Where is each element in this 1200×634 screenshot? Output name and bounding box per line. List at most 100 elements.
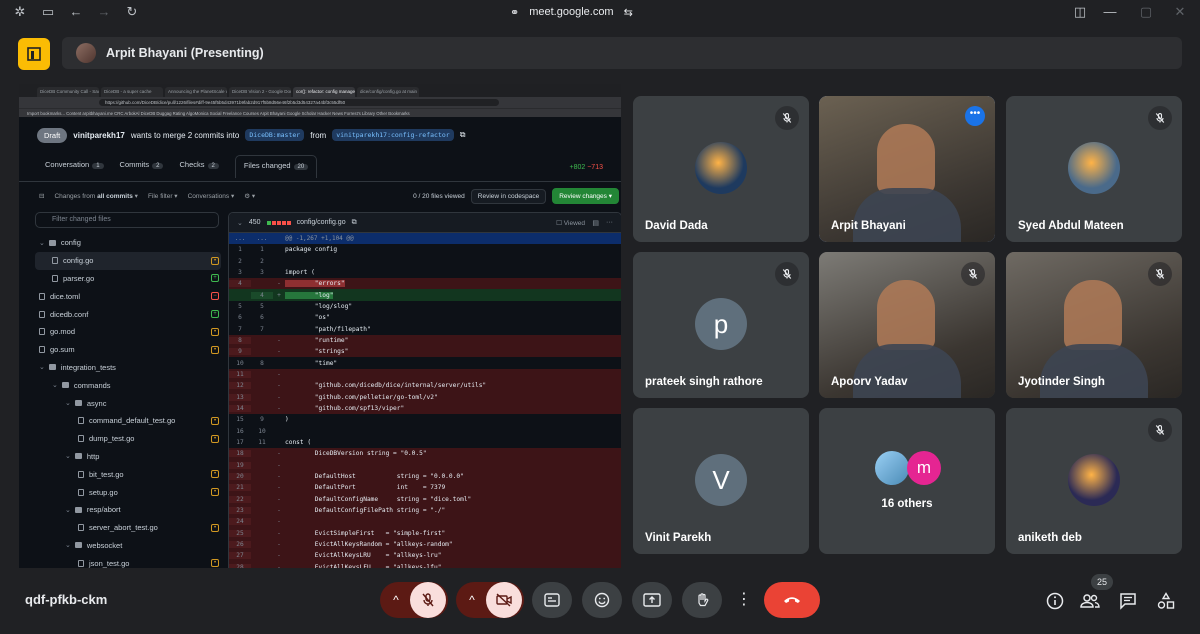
muted-indicator [961, 262, 985, 286]
tree-toggle-icon: ⊟ [39, 193, 45, 200]
code-line: 77 "path/filepath" [238, 325, 371, 333]
file-icon [52, 257, 58, 265]
emoji-icon [594, 592, 610, 608]
mic-off-icon [1155, 268, 1165, 279]
folder-icon [61, 382, 69, 389]
address-bar[interactable]: ⚭ meet.google.com ⇆ [510, 3, 633, 21]
people-button[interactable] [1076, 587, 1104, 615]
code-line: 22- DefaultConfigName string = "dice.tom… [229, 493, 621, 505]
mic-options-chevron-icon[interactable]: ^ [382, 593, 410, 607]
person-silhouette [877, 124, 935, 194]
mic-off-icon [1155, 112, 1165, 123]
added-icon: + [211, 274, 219, 283]
meeting-details-button[interactable] [1041, 587, 1069, 615]
pr-tab-checks: Checks 2 [179, 160, 219, 178]
tree-item-label: integration_tests [60, 362, 116, 372]
more-options-button[interactable]: ⋮ [732, 582, 756, 618]
mic-off-icon [782, 268, 792, 279]
back-icon[interactable]: ← [68, 4, 84, 20]
presenter-banner[interactable]: Arpit Bhayani (Presenting) [62, 37, 1182, 69]
camera-options-chevron-icon[interactable]: ^ [458, 593, 486, 607]
browser-toolbar: ✲ ▭ ← → ↻ ⚭ meet.google.com ⇆ ◫ — ▢ ✕ [0, 0, 1200, 24]
tree-item-label: json_test.go [89, 558, 130, 568]
sidebar-toggle-icon[interactable]: ▭ [40, 4, 56, 20]
participant-tile[interactable]: Syed Abdul Mateen [1006, 96, 1182, 242]
maximize-icon[interactable]: ▢ [1138, 4, 1154, 20]
code-line: 66 "os" [238, 314, 330, 322]
comment-icon: ▤ [592, 219, 599, 227]
modified-icon: • [211, 434, 219, 443]
camera-control-group: ^ [456, 582, 524, 618]
code-line: 4- "errors" [229, 278, 621, 290]
participant-tile[interactable]: Apoorv Yadav [819, 252, 995, 398]
leave-call-button[interactable] [764, 582, 820, 618]
modified-icon: • [211, 256, 219, 265]
file-icon [39, 328, 45, 336]
reactions-button[interactable] [582, 582, 622, 618]
review-changes-button: Review changes ▾ [552, 188, 619, 204]
modified-icon: • [211, 345, 219, 354]
copy-icon: ⧉ [459, 130, 466, 139]
participant-tile[interactable]: Jyotinder Singh [1006, 252, 1182, 398]
code-line: 18- DiceDBVersion string = "0.0.5" [229, 448, 621, 460]
code-line: 55 "log/slog" [238, 302, 353, 310]
file-icon [39, 310, 45, 318]
pr-nav-tabs: Conversation 1 Commits 2 Checks 2 Files change… [45, 155, 318, 178]
file-icon [52, 274, 58, 282]
tree-item-label: server_abort_test.go [89, 523, 158, 533]
pr-from-text: from [310, 130, 327, 140]
participant-name: Jyotinder Singh [1018, 376, 1105, 388]
shared-tab: cor(): refactor: config manage [293, 87, 355, 97]
participant-tile[interactable]: aniketh deb [1006, 408, 1182, 554]
viewed-checkbox: ☐ Viewed [556, 219, 585, 227]
more-vert-icon: ⋮ [736, 591, 752, 608]
mic-off-button[interactable] [410, 582, 446, 618]
tree-file: go.sum • [35, 341, 221, 359]
muted-indicator [775, 262, 799, 286]
participant-tile[interactable]: m 16 others [819, 408, 995, 554]
diff-stats: +802 −713 [569, 164, 603, 171]
reload-icon[interactable]: ↻ [124, 4, 140, 20]
tree-file: setup.go • [35, 483, 221, 501]
participant-tile[interactable]: p prateek singh rathore [633, 252, 809, 398]
folder-icon [74, 542, 82, 549]
tree-item-label: http [86, 451, 100, 461]
participant-tile[interactable]: V Vinit Parekh [633, 408, 809, 554]
chat-button[interactable] [1114, 587, 1142, 615]
more-icon: ··· [606, 219, 613, 226]
code-line: 26- EvictAllKeysRandom = "allkeys-random… [229, 538, 621, 551]
tree-file: config.go • [35, 251, 221, 270]
captions-button[interactable] [532, 582, 572, 618]
mic-control-group: ^ [380, 582, 448, 618]
present-button[interactable] [632, 582, 672, 618]
tree-item-label: dump_test.go [89, 434, 135, 444]
tree-item-label: go.sum [50, 345, 75, 355]
split-view-icon[interactable]: ◫ [1072, 4, 1088, 20]
site-settings-icon[interactable]: ⇆ [624, 6, 633, 19]
diff-file-path: config/config.go [296, 219, 346, 226]
minimize-icon[interactable]: — [1102, 4, 1118, 20]
close-icon[interactable]: ✕ [1172, 4, 1188, 20]
avatar-initial: V [695, 454, 747, 506]
modified-icon: • [211, 559, 219, 568]
tree-folder: ⌄ commands [35, 376, 221, 394]
conversations-filter: Conversations ▾ [187, 193, 235, 200]
shared-url: https://github.com/DiceDB/dice/pull/1226… [99, 99, 499, 106]
tree-item-label: parser.go [63, 273, 95, 283]
workspace-icon[interactable]: ✲ [12, 4, 28, 20]
code-line: 14- "github.com/spf13/viper" [229, 402, 621, 415]
tree-file: dice.toml − [35, 287, 221, 305]
participant-tile[interactable]: Arpit Bhayani ••• [819, 96, 995, 242]
chevron-down-icon: ⌄ [52, 382, 58, 390]
code-line: 23- DefaultConfigFilePath string = "./" [229, 504, 621, 517]
participant-tile[interactable]: David Dada [633, 96, 809, 242]
camera-off-button[interactable] [486, 582, 522, 618]
pr-author: vinitparekh17 [73, 130, 125, 140]
raise-hand-button[interactable] [682, 582, 722, 618]
mic-off-icon [782, 112, 792, 123]
tree-item-label: command_default_test.go [89, 416, 176, 426]
forward-icon[interactable]: → [96, 4, 112, 20]
tile-options-button[interactable]: ••• [965, 106, 985, 126]
shared-tab: DiceDB Vision 2 - Google Doc [229, 87, 291, 97]
activities-button[interactable] [1152, 587, 1180, 615]
